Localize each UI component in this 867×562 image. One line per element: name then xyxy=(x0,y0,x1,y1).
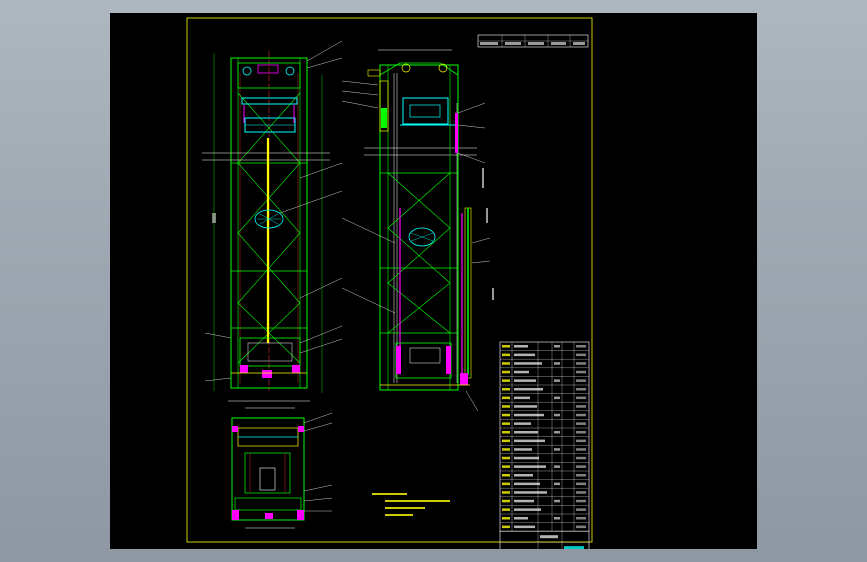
parts-row-name-glyph xyxy=(514,525,535,529)
parts-row-note-glyph xyxy=(576,405,586,408)
parts-row-qty-glyph xyxy=(554,396,560,400)
parts-row-qty-glyph xyxy=(554,413,560,417)
parts-row-index-glyph xyxy=(502,508,510,511)
parts-row-index-glyph xyxy=(502,474,510,477)
parts-row-index-glyph xyxy=(502,491,510,494)
parts-row-note-glyph xyxy=(576,431,586,434)
parts-row-index-glyph xyxy=(502,482,510,486)
parts-row-index-glyph xyxy=(502,465,510,468)
parts-row-index-glyph xyxy=(502,422,510,425)
parts-row-note-glyph xyxy=(576,465,586,468)
parts-row-index-glyph xyxy=(502,456,510,460)
parts-row-note-glyph xyxy=(576,517,586,520)
parts-row-name-glyph xyxy=(514,370,529,374)
parts-row-note-glyph xyxy=(576,508,586,511)
parts-row-name-glyph xyxy=(514,517,528,520)
parts-row-index-glyph xyxy=(502,448,510,451)
parts-row-index-glyph xyxy=(502,517,510,520)
parts-row-name-glyph xyxy=(514,431,538,434)
parts-row-qty-glyph xyxy=(554,465,560,468)
parts-row-note-glyph xyxy=(576,525,586,529)
front-elevation-view xyxy=(202,40,343,402)
parts-row-index-glyph xyxy=(502,396,510,400)
parts-row-note-glyph xyxy=(576,491,586,494)
parts-row-index-glyph xyxy=(502,362,510,365)
parts-row-note-glyph xyxy=(576,456,586,460)
parts-row-note-glyph xyxy=(576,448,586,451)
parts-row-name-glyph xyxy=(514,379,536,382)
parts-row-qty-glyph xyxy=(554,345,560,348)
parts-row-index-glyph xyxy=(502,388,510,391)
parts-row-note-glyph xyxy=(576,439,586,443)
parts-row-note-glyph xyxy=(576,379,586,382)
parts-row-note-glyph xyxy=(576,370,586,374)
parts-row-name-glyph xyxy=(514,482,540,486)
parts-row-name-glyph xyxy=(514,413,544,417)
parts-row-name-glyph xyxy=(514,491,547,494)
parts-row-note-glyph xyxy=(576,362,586,365)
parts-row-name-glyph xyxy=(514,388,543,391)
parts-row-name-glyph xyxy=(514,353,535,357)
parts-row-name-glyph xyxy=(514,508,541,511)
parts-row-name-glyph xyxy=(514,405,537,408)
parts-row-qty-glyph xyxy=(554,482,560,486)
side-elevation-view xyxy=(341,49,494,412)
technical-notes xyxy=(372,493,450,516)
parts-row-name-glyph xyxy=(514,474,533,477)
cad-drawing xyxy=(186,17,593,549)
parts-row-name-glyph xyxy=(514,345,528,348)
parts-list-table xyxy=(499,341,590,549)
parts-row-index-glyph xyxy=(502,439,510,443)
parts-row-qty-glyph xyxy=(554,517,560,520)
parts-row-index-glyph xyxy=(502,370,510,374)
parts-row-note-glyph xyxy=(576,499,586,503)
parts-row-index-glyph xyxy=(502,431,510,434)
parts-row-index-glyph xyxy=(502,345,510,348)
sheet-border xyxy=(186,17,593,543)
parts-row-note-glyph xyxy=(576,396,586,400)
parts-row-name-glyph xyxy=(514,396,530,400)
parts-row-note-glyph xyxy=(576,474,586,477)
plan-view xyxy=(231,407,333,529)
parts-row-index-glyph xyxy=(502,353,510,357)
parts-row-note-glyph xyxy=(576,413,586,417)
top-title-block xyxy=(477,34,589,48)
parts-row-name-glyph xyxy=(514,465,546,468)
parts-row-name-glyph xyxy=(514,422,531,425)
parts-row-index-glyph xyxy=(502,525,510,529)
title-block-name-glyph xyxy=(540,535,558,539)
parts-row-name-glyph xyxy=(514,499,534,503)
parts-row-qty-glyph xyxy=(554,499,560,503)
cad-viewport[interactable] xyxy=(110,13,757,549)
parts-row-index-glyph xyxy=(502,499,510,503)
parts-row-name-glyph xyxy=(514,456,539,460)
parts-row-note-glyph xyxy=(576,388,586,391)
parts-row-note-glyph xyxy=(576,353,586,357)
parts-row-name-glyph xyxy=(514,448,532,451)
parts-row-name-glyph xyxy=(514,439,545,443)
parts-row-qty-glyph xyxy=(554,431,560,434)
parts-row-index-glyph xyxy=(502,413,510,417)
parts-row-note-glyph xyxy=(576,345,586,348)
parts-row-qty-glyph xyxy=(554,448,560,451)
parts-row-name-glyph xyxy=(514,362,542,365)
parts-row-qty-glyph xyxy=(554,379,560,382)
parts-row-index-glyph xyxy=(502,405,510,408)
title-block-code-glyph xyxy=(564,546,584,549)
parts-row-note-glyph xyxy=(576,482,586,486)
parts-row-note-glyph xyxy=(576,422,586,425)
parts-row-index-glyph xyxy=(502,379,510,382)
parts-row-qty-glyph xyxy=(554,362,560,365)
